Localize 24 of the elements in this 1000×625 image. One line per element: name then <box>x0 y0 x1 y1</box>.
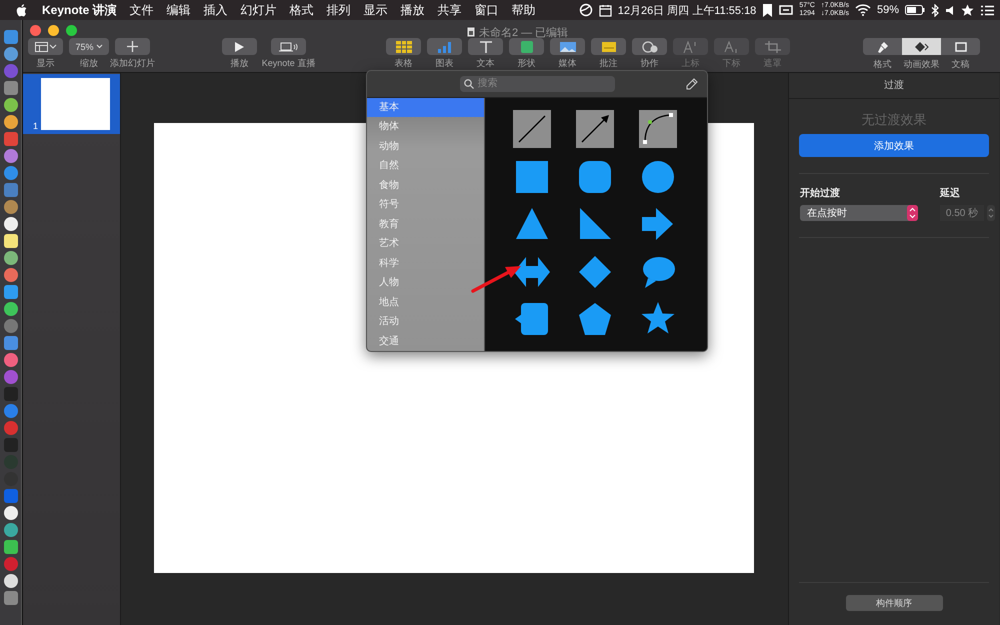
empty-state-text: 无过渡效果 <box>860 111 928 129</box>
toolbar-label: Keynote 直播 <box>262 57 316 70</box>
toolbar-label: 缩放 <box>80 57 98 70</box>
toolbar-label: 图表 <box>436 57 454 70</box>
toolbar-label: 媒体 <box>558 57 576 70</box>
toolbar-label: 动画效果 <box>902 58 940 71</box>
toolbar-label: 表格 <box>394 57 412 70</box>
toolbar-label: 批注 <box>600 57 618 70</box>
slide-number: 1 <box>33 121 38 131</box>
toolbar-label: 上标 <box>682 57 700 70</box>
toolbar-label: 文稿 <box>950 58 970 71</box>
toolbar-label: 播放 <box>230 57 248 70</box>
field-label: 延迟 <box>940 186 961 200</box>
toolbar-label: 形状 <box>518 57 536 70</box>
toolbar-label: 文本 <box>476 57 494 70</box>
toolbar-label: 格式 <box>872 58 892 71</box>
toolbar-label: 遮罩 <box>764 57 782 70</box>
field-label: 开始过渡 <box>800 186 841 200</box>
toolbar-label: 下标 <box>722 57 740 70</box>
panel-title: 过渡 <box>789 73 999 99</box>
toolbar-label: 协作 <box>640 57 658 70</box>
window-title: 未命名2 — 已编辑 <box>479 26 568 40</box>
toolbar-label: 添加幻灯片 <box>110 57 155 70</box>
toolbar-label: 显示 <box>36 57 54 70</box>
